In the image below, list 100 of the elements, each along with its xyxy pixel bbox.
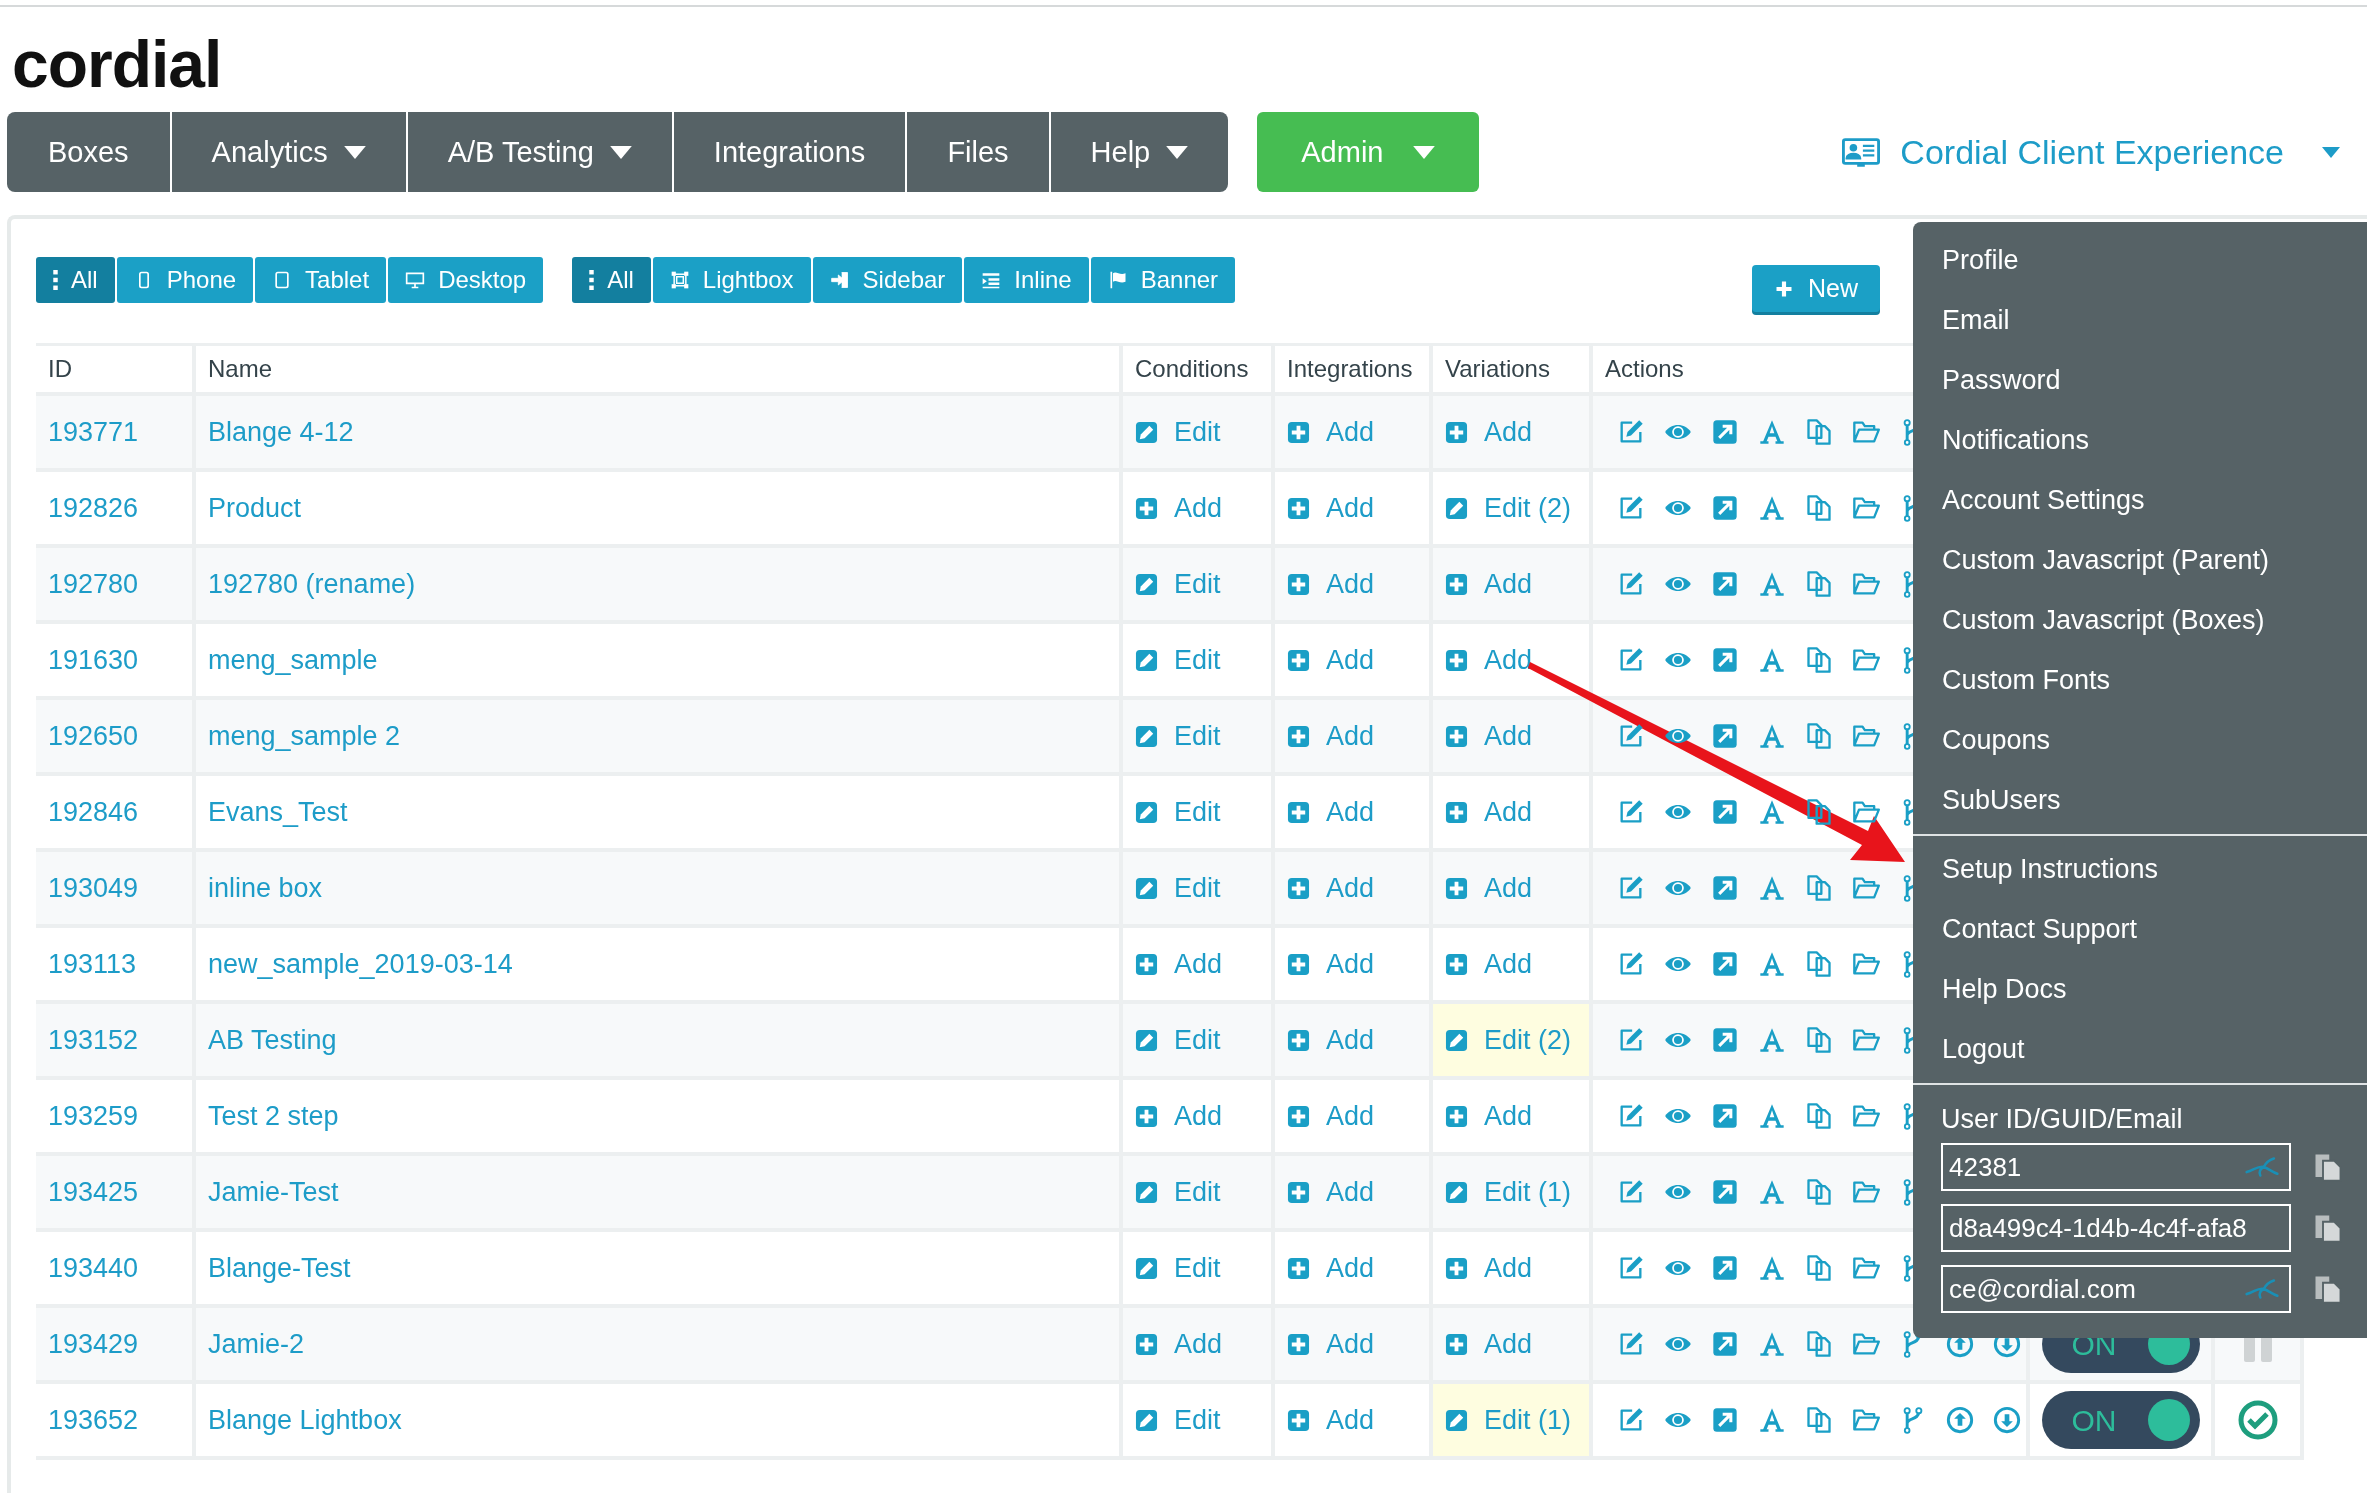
box-name-link[interactable]: AB Testing — [208, 1024, 337, 1056]
nav-item[interactable]: Integrations — [673, 112, 908, 192]
add-link[interactable]: Add — [1287, 872, 1375, 904]
box-name-link[interactable]: Test 2 step — [208, 1100, 339, 1132]
add-link[interactable]: Add — [1287, 948, 1375, 980]
external-link-icon[interactable] — [1711, 874, 1739, 902]
input-field[interactable]: ce@cordial.com — [1941, 1265, 2291, 1313]
menu-item[interactable]: Coupons — [1913, 710, 2051, 770]
box-name-link[interactable]: Jamie-Test — [208, 1176, 339, 1208]
copy-icon[interactable] — [1805, 1406, 1833, 1434]
external-link-icon[interactable] — [1711, 494, 1739, 522]
nav-item[interactable]: Analytics — [171, 112, 408, 192]
edit-link[interactable]: Edit — [1135, 1404, 1221, 1436]
box-name-link[interactable]: meng_sample — [208, 644, 378, 676]
filter-button[interactable]: Phone — [116, 257, 254, 303]
edit-link[interactable]: Edit — [1135, 416, 1221, 448]
add-link[interactable]: Add — [1287, 1100, 1375, 1132]
box-name-link[interactable]: 192780 (rename) — [208, 568, 416, 600]
menu-item[interactable]: Custom Javascript (Boxes) — [1913, 590, 2265, 650]
add-link[interactable]: Add — [1445, 1328, 1533, 1360]
menu-item[interactable]: SubUsers — [1913, 770, 2061, 830]
external-link-icon[interactable] — [1711, 570, 1739, 598]
copy-icon[interactable] — [1805, 570, 1833, 598]
add-link[interactable]: Add — [1135, 492, 1223, 524]
account-menu-button[interactable]: Cordial Client Experience — [1842, 132, 2340, 172]
external-link-icon[interactable] — [1711, 722, 1739, 750]
add-link[interactable]: Add — [1287, 1252, 1375, 1284]
box-name-link[interactable]: new_sample_2019-03-14 — [208, 948, 513, 980]
copy-icon[interactable] — [1805, 1102, 1833, 1130]
external-link-icon[interactable] — [1711, 1330, 1739, 1358]
add-link[interactable]: Add — [1287, 1404, 1375, 1436]
edit-link[interactable]: Edit — [1135, 796, 1221, 828]
toggle-switch[interactable]: ON — [2041, 1391, 2200, 1449]
filter-button[interactable]: All — [36, 257, 115, 303]
copy-icon[interactable] — [1805, 1254, 1833, 1282]
add-link[interactable]: Add — [1287, 492, 1375, 524]
edit-link[interactable]: Edit (1) — [1445, 1176, 1572, 1208]
add-link[interactable]: Add — [1287, 720, 1375, 752]
add-link[interactable]: Add — [1287, 1176, 1375, 1208]
filter-button[interactable]: Inline — [964, 257, 1089, 303]
menu-item[interactable]: Notifications — [1913, 410, 2090, 470]
add-link[interactable]: Add — [1445, 1100, 1533, 1132]
admin-button[interactable]: Admin — [1257, 112, 1480, 192]
add-link[interactable]: Add — [1287, 644, 1375, 676]
add-link[interactable]: Add — [1445, 872, 1533, 904]
menu-item[interactable]: Account Settings — [1913, 470, 2145, 530]
box-name-link[interactable]: Evans_Test — [208, 796, 348, 828]
box-name-link[interactable]: meng_sample 2 — [208, 720, 401, 752]
arrow-down-circle-icon[interactable] — [1993, 1406, 2021, 1434]
copy-icon[interactable] — [1805, 1026, 1833, 1054]
edit-link[interactable]: Edit — [1135, 1176, 1221, 1208]
nav-item[interactable]: A/B Testing — [407, 112, 674, 192]
external-link-icon[interactable] — [1711, 950, 1739, 978]
add-link[interactable]: Add — [1287, 1024, 1375, 1056]
edit-link[interactable]: Edit — [1135, 568, 1221, 600]
box-name-link[interactable]: Blange 4-12 — [208, 416, 354, 448]
add-link[interactable]: Add — [1445, 416, 1533, 448]
add-link[interactable]: Add — [1135, 1100, 1223, 1132]
nav-item[interactable]: Help — [1050, 112, 1229, 192]
add-link[interactable]: Add — [1287, 568, 1375, 600]
add-link[interactable]: Add — [1445, 644, 1533, 676]
box-name-link[interactable]: Blange-Test — [208, 1252, 351, 1284]
external-link-icon[interactable] — [1711, 646, 1739, 674]
add-link[interactable]: Add — [1445, 568, 1533, 600]
edit-link[interactable]: Edit — [1135, 1024, 1221, 1056]
copy-icon[interactable] — [1805, 722, 1833, 750]
edit-link[interactable]: Edit — [1135, 644, 1221, 676]
add-link[interactable]: Add — [1135, 948, 1223, 980]
copy-icon[interactable] — [1805, 646, 1833, 674]
external-link-icon[interactable] — [1711, 1254, 1739, 1282]
copy-icon[interactable] — [1805, 494, 1833, 522]
copy-icon[interactable] — [1805, 1178, 1833, 1206]
copy-icon[interactable] — [1805, 950, 1833, 978]
external-link-icon[interactable] — [1711, 1026, 1739, 1054]
arrow-up-circle-icon[interactable] — [1946, 1406, 1974, 1434]
edit-link[interactable]: Edit — [1135, 1252, 1221, 1284]
box-name-link[interactable]: Jamie-2 — [208, 1328, 305, 1360]
nav-item[interactable]: Files — [907, 112, 1051, 192]
copy-icon[interactable] — [1805, 874, 1833, 902]
copy-icon[interactable] — [1805, 1330, 1833, 1358]
external-link-icon[interactable] — [1711, 1178, 1739, 1206]
menu-item[interactable]: Setup Instructions — [1913, 839, 2159, 899]
input-field[interactable]: d8a499c4-1d4b-4c4f-afa8 — [1941, 1204, 2291, 1252]
external-link-icon[interactable] — [1711, 798, 1739, 826]
box-name-link[interactable]: Blange Lightbox — [208, 1404, 402, 1436]
filter-button[interactable]: Sidebar — [812, 257, 963, 303]
external-link-icon[interactable] — [1711, 1102, 1739, 1130]
filter-button[interactable]: Tablet — [255, 257, 387, 303]
copy-icon[interactable] — [1805, 798, 1833, 826]
menu-item[interactable]: Custom Javascript (Parent) — [1913, 530, 2270, 590]
filter-button[interactable]: All — [572, 257, 651, 303]
add-link[interactable]: Add — [1445, 796, 1533, 828]
menu-item[interactable]: Custom Fonts — [1913, 650, 2111, 710]
box-name-link[interactable]: Product — [208, 492, 302, 524]
external-link-icon[interactable] — [1711, 418, 1739, 446]
edit-link[interactable]: Edit (2) — [1445, 492, 1572, 524]
edit-link[interactable]: Edit — [1135, 720, 1221, 752]
edit-link[interactable]: Edit — [1135, 872, 1221, 904]
new-button[interactable]: New — [1752, 265, 1880, 312]
menu-item[interactable]: Help Docs — [1913, 959, 2067, 1019]
